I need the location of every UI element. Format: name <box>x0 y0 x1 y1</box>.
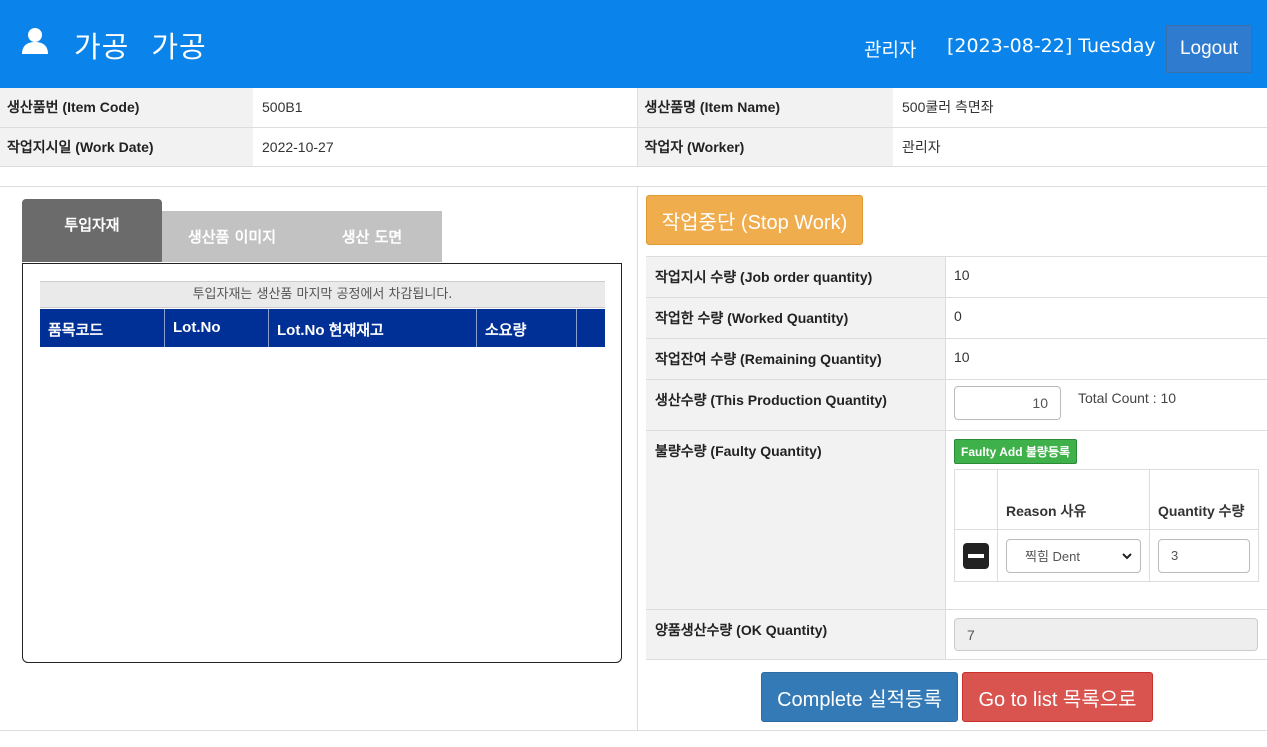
remaining-value: 10 <box>945 338 1267 380</box>
production-cell: Total Count : 10 <box>945 379 1267 431</box>
current-date: [2023-08-22] Tuesday <box>947 35 1156 57</box>
faulty-label: 불량수량 (Faulty Quantity) <box>646 430 946 610</box>
column-header: Lot.No 현재재고 <box>269 309 477 347</box>
materials-panel: 투입자재는 생산품 마지막 공정에서 차감됩니다. 품목코드 Lot.No Lo… <box>22 263 622 663</box>
column-header <box>577 309 605 347</box>
worked-label: 작업한 수량 (Worked Quantity) <box>646 297 946 339</box>
quantity-cell <box>1149 529 1259 582</box>
reason-cell: 찍힘 Dent <box>997 529 1150 582</box>
user-icon <box>22 28 48 54</box>
remove-icon[interactable] <box>963 542 989 569</box>
reason-select[interactable]: 찍힘 Dent <box>1006 538 1141 573</box>
job-order-value: 10 <box>945 256 1267 298</box>
faulty-quantity-input[interactable] <box>1158 538 1250 573</box>
work-date-label: 작업지시일 (Work Date) <box>0 127 253 167</box>
worker-label: 작업자 (Worker) <box>636 127 893 167</box>
faulty-row: 찍힘 Dent <box>954 529 1259 582</box>
stop-work-button[interactable]: 작업중단 (Stop Work) <box>646 195 863 245</box>
production-quantity-input[interactable] <box>954 386 1061 420</box>
divider <box>0 186 1267 187</box>
column-header: Lot.No <box>165 309 269 347</box>
total-count: Total Count : 10 <box>1078 390 1177 406</box>
materials-note: 투입자재는 생산품 마지막 공정에서 차감됩니다. <box>40 281 605 308</box>
worked-value: 0 <box>945 297 1267 339</box>
page-title: 가공 가공 <box>74 24 229 66</box>
item-name-label: 생산품명 (Item Name) <box>636 88 893 128</box>
tab-product-image[interactable]: 생산품 이미지 <box>162 211 302 262</box>
tab-materials[interactable]: 투입자재 <box>22 199 162 262</box>
column-divider <box>637 187 638 730</box>
faulty-col-quantity: Quantity 수량 <box>1149 469 1259 530</box>
item-code-value: 500B1 <box>253 88 637 128</box>
faulty-cell: Faulty Add 불량등록 Reason 사유 Quantity 수량 찍힘… <box>945 430 1267 610</box>
faulty-col-action <box>954 469 998 530</box>
item-name-value: 500쿨러 측면좌 <box>893 88 1267 128</box>
faulty-table: Reason 사유 Quantity 수량 찍힘 Dent <box>954 469 1259 582</box>
column-header: 소요량 <box>477 309 577 347</box>
production-label: 생산수량 (This Production Quantity) <box>646 379 946 431</box>
work-date-value: 2022-10-27 <box>253 127 637 167</box>
ok-label: 양품생산수량 (OK Quantity) <box>646 609 946 660</box>
top-bar: 가공 가공 관리자 [2023-08-22] Tuesday Logout <box>0 0 1267 88</box>
remove-cell <box>954 529 998 582</box>
complete-button[interactable]: Complete 실적등록 <box>761 672 958 722</box>
ok-cell <box>945 609 1267 660</box>
faulty-col-reason: Reason 사유 <box>997 469 1150 530</box>
reason-value: 찍힘 Dent <box>1025 549 1080 564</box>
title-part2: 가공 <box>151 30 207 64</box>
quantity-table: 작업지시 수량 (Job order quantity) 10 작업한 수량 (… <box>646 256 1267 660</box>
go-to-list-button[interactable]: Go to list 목록으로 <box>962 672 1153 722</box>
title-part1: 가공 <box>74 30 130 64</box>
item-code-label: 생산품번 (Item Code) <box>0 88 253 128</box>
job-order-label: 작업지시 수량 (Job order quantity) <box>646 256 946 298</box>
tab-drawing[interactable]: 생산 도면 <box>302 211 442 262</box>
faulty-add-button[interactable]: Faulty Add 불량등록 <box>954 439 1078 464</box>
worker-value: 관리자 <box>893 127 1267 167</box>
chevron-down-icon <box>1122 552 1132 559</box>
logout-button[interactable]: Logout <box>1166 25 1252 73</box>
bottom-divider <box>0 730 1267 731</box>
current-user: 관리자 <box>864 39 917 61</box>
materials-table-header: 품목코드 Lot.No Lot.No 현재재고 소요량 <box>40 309 605 347</box>
item-info-table: 생산품번 (Item Code) 500B1 생산품명 (Item Name) … <box>0 88 1267 167</box>
ok-quantity-input <box>954 618 1258 651</box>
column-header: 품목코드 <box>40 309 165 347</box>
remaining-label: 작업잔여 수량 (Remaining Quantity) <box>646 338 946 380</box>
